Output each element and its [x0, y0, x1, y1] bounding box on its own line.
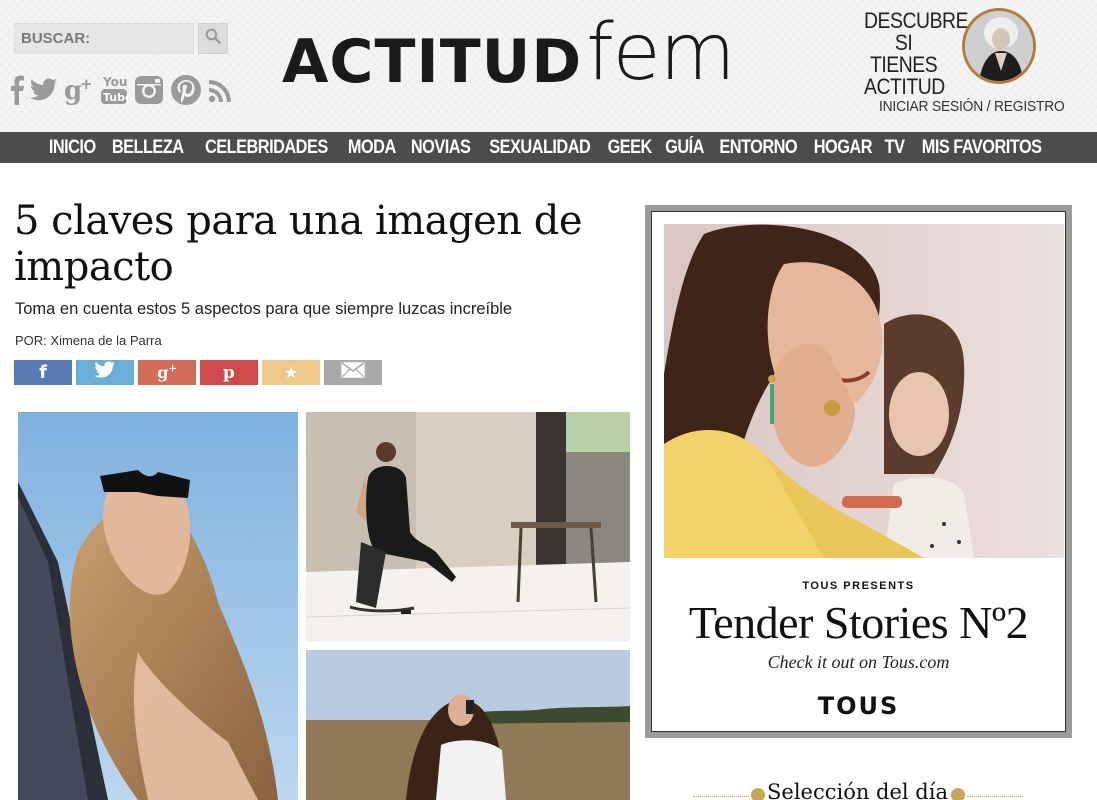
ad-content: TOUS PRESENTS Tender Stories Nº2 Check i… — [651, 211, 1066, 732]
nav-item-belleza[interactable]: BELLEZA — [106, 137, 190, 159]
heading-rule-right — [967, 796, 1023, 797]
nav-item-entorno[interactable]: ENTORNO — [713, 137, 803, 159]
heading-rule-left — [693, 796, 749, 797]
site-logo[interactable]: ACTITUD fem — [282, 4, 797, 122]
hero-panel-office — [306, 412, 630, 642]
main-nav-list: INICIO BELLEZA CELEBRIDADES MODA NOVIAS … — [42, 137, 1054, 159]
promo-text: DESCUBRE SI TIENES ACTITUD — [864, 8, 969, 99]
article-title: 5 claves para una imagen de impacto — [14, 198, 583, 290]
nav-item-geek[interactable]: GEEK — [602, 137, 658, 159]
hero-panel-sky — [18, 412, 306, 800]
search-box — [14, 23, 194, 54]
hero-panel-field — [306, 650, 630, 800]
youtube-you-text: You — [102, 75, 127, 89]
article-hero-image — [18, 412, 630, 800]
twitter-icon — [94, 361, 116, 384]
ad-photo — [664, 224, 1064, 558]
logo-light-text: fem — [586, 8, 735, 98]
promo-line-1: DESCUBRE — [864, 8, 969, 33]
heading-dot-right — [951, 788, 965, 800]
share-pinterest-button[interactable]: p — [200, 360, 258, 385]
nav-item-novias[interactable]: NOVIAS — [404, 137, 476, 159]
share-google-plus-button[interactable]: g+ — [138, 360, 196, 385]
search-input[interactable] — [15, 24, 193, 53]
seleccion-del-dia-heading: Selección del día — [693, 780, 1023, 800]
seleccion-label: Selección del día — [767, 780, 948, 800]
nav-item-celebridades[interactable]: CELEBRIDADES — [199, 137, 334, 159]
article-subtitle: Toma en cuenta estos 5 aspectos para que… — [15, 300, 513, 318]
login-register-link[interactable]: INICIAR SESIÓN / REGISTRO — [879, 98, 1065, 115]
search-button[interactable] — [198, 23, 228, 54]
youtube-tube-text: Tube — [103, 91, 128, 104]
facebook-icon[interactable] — [10, 72, 24, 108]
pinterest-icon[interactable] — [170, 72, 202, 108]
instagram-icon[interactable] — [134, 72, 164, 108]
share-twitter-button[interactable] — [76, 360, 134, 385]
sidebar-ad[interactable]: TOUS PRESENTS Tender Stories Nº2 Check i… — [645, 205, 1072, 738]
share-email-button[interactable] — [324, 360, 382, 385]
heading-dot-left — [751, 788, 765, 800]
promo-line-3: ACTITUD — [864, 74, 945, 99]
google-plus-icon[interactable]: g + — [64, 72, 94, 108]
nav-item-guia[interactable]: GUÍA — [659, 137, 710, 159]
rss-icon[interactable] — [208, 72, 234, 108]
ad-tagline: Check it out on Tous.com — [767, 652, 950, 672]
ad-brand-logo: TOUS — [817, 692, 900, 720]
main-nav: INICIO BELLEZA CELEBRIDADES MODA NOVIAS … — [0, 132, 1097, 163]
star-icon: ★ — [283, 363, 299, 382]
attitude-quiz-promo[interactable]: DESCUBRE SI TIENES ACTITUD — [858, 8, 1043, 98]
promo-avatar — [962, 8, 1036, 84]
twitter-icon[interactable] — [30, 72, 58, 108]
ad-headline: Tender Stories Nº2 — [688, 597, 1029, 648]
svg-text:+: + — [80, 75, 93, 93]
pinterest-icon: p — [223, 362, 235, 383]
google-plus-icon: g+ — [157, 363, 177, 382]
youtube-icon[interactable]: You Tube — [100, 72, 128, 108]
nav-item-hogar[interactable]: HOGAR — [808, 137, 878, 159]
search-icon — [205, 28, 221, 49]
nav-item-sexualidad[interactable]: SEXUALIDAD — [483, 137, 596, 159]
nav-item-moda[interactable]: MODA — [342, 137, 402, 159]
favorite-button[interactable]: ★ — [262, 360, 320, 385]
social-links: g+ You Tube — [10, 72, 234, 108]
nav-item-mis-favoritos[interactable]: MIS FAVORITOS — [916, 137, 1048, 159]
facebook-icon: f — [39, 362, 47, 383]
nav-item-tv[interactable]: TV — [879, 137, 911, 159]
share-buttons: f g+ p ★ — [14, 360, 382, 385]
site-header: g+ You Tube ACTITUD fem DESCUBRE SI TIENE… — [0, 0, 1097, 132]
logo-bold-text: ACTITUD — [282, 27, 583, 97]
share-facebook-button[interactable]: f — [14, 360, 72, 385]
article-author: POR: Ximena de la Parra — [15, 333, 162, 348]
ad-presents-label: TOUS PRESENTS — [802, 580, 915, 592]
nav-item-inicio[interactable]: INICIO — [43, 137, 102, 159]
promo-line-2: SI TIENES — [869, 30, 938, 77]
envelope-icon — [341, 362, 365, 383]
